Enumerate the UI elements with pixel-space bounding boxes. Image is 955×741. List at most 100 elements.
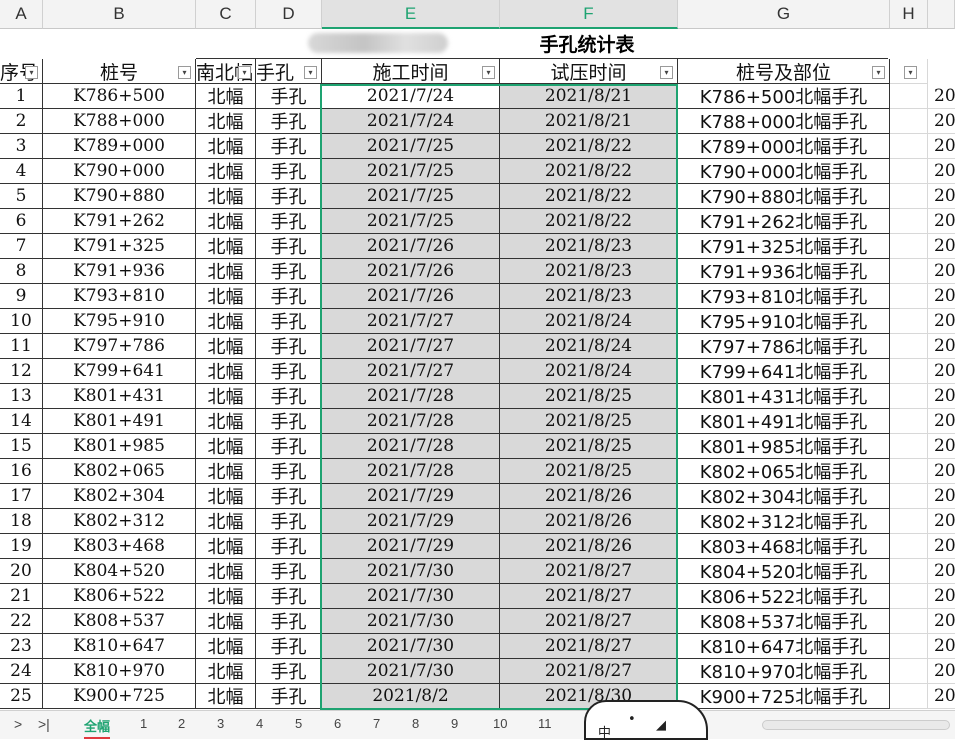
cell-g10[interactable]: K795+910北幅手孔 [678,309,890,334]
cell-d21[interactable]: 手孔 [256,584,322,609]
cell-a10[interactable]: 10 [0,309,43,334]
cell-c9[interactable]: 北幅 [196,284,256,309]
cell-b8[interactable]: K791+936 [43,259,196,284]
cell-g17[interactable]: K802+304北幅手孔 [678,484,890,509]
cell-d1[interactable]: 手孔 [256,84,322,109]
cell-b24[interactable]: K810+970 [43,659,196,684]
cell-f18[interactable]: 2021/8/26 [500,509,678,534]
cell-d8[interactable]: 手孔 [256,259,322,284]
cell-i13[interactable]: 20 [928,384,955,409]
cell-f23[interactable]: 2021/8/27 [500,634,678,659]
cell-a14[interactable]: 14 [0,409,43,434]
header-cell-a[interactable]: 序号 ▾ [0,59,43,84]
cell-d6[interactable]: 手孔 [256,209,322,234]
cell-h1[interactable] [890,84,928,109]
cell-d4[interactable]: 手孔 [256,159,322,184]
cell-h10[interactable] [890,309,928,334]
filter-dropdown-icon[interactable]: ▾ [904,66,917,79]
cell-b15[interactable]: K801+985 [43,434,196,459]
cell-e19[interactable]: 2021/7/29 [322,534,500,559]
horizontal-scrollbar[interactable] [762,720,950,730]
cell-f16[interactable]: 2021/8/25 [500,459,678,484]
cell-c8[interactable]: 北幅 [196,259,256,284]
cell-e10[interactable]: 2021/7/27 [322,309,500,334]
sheet-tab-8[interactable]: 8 [412,716,419,731]
cell-c4[interactable]: 北幅 [196,159,256,184]
cell-i21[interactable]: 20 [928,584,955,609]
cell-h18[interactable] [890,509,928,534]
cell-c3[interactable]: 北幅 [196,134,256,159]
cell-a22[interactable]: 22 [0,609,43,634]
cell-i4[interactable]: 20 [928,159,955,184]
cell-i18[interactable]: 20 [928,509,955,534]
filter-dropdown-icon[interactable]: ▾ [872,66,885,79]
sheet-tab-all[interactable]: 全幅 [84,716,111,739]
cell-f13[interactable]: 2021/8/25 [500,384,678,409]
cell-h17[interactable] [890,484,928,509]
cell-h13[interactable] [890,384,928,409]
cell-a24[interactable]: 24 [0,659,43,684]
cell-e9[interactable]: 2021/7/26 [322,284,500,309]
cell-e5[interactable]: 2021/7/25 [322,184,500,209]
cell-b14[interactable]: K801+491 [43,409,196,434]
cell-f21[interactable]: 2021/8/27 [500,584,678,609]
cell-a13[interactable]: 13 [0,384,43,409]
cell-e22[interactable]: 2021/7/30 [322,609,500,634]
cell-g13[interactable]: K801+431北幅手孔 [678,384,890,409]
cell-c14[interactable]: 北幅 [196,409,256,434]
cell-a4[interactable]: 4 [0,159,43,184]
cell-c16[interactable]: 北幅 [196,459,256,484]
cell-i3[interactable]: 20 [928,134,955,159]
sheet-tab-1[interactable]: 1 [140,716,147,731]
cell-e11[interactable]: 2021/7/27 [322,334,500,359]
cell-g2[interactable]: K788+000北幅手孔 [678,109,890,134]
cell-d18[interactable]: 手孔 [256,509,322,534]
cell-b13[interactable]: K801+431 [43,384,196,409]
cell-a15[interactable]: 15 [0,434,43,459]
cell-d13[interactable]: 手孔 [256,384,322,409]
cell-c10[interactable]: 北幅 [196,309,256,334]
cell-i10[interactable]: 20 [928,309,955,334]
cell-i25[interactable]: 20 [928,684,955,709]
cell-h11[interactable] [890,334,928,359]
cell-h8[interactable] [890,259,928,284]
cell-i23[interactable]: 20 [928,634,955,659]
cell-a9[interactable]: 9 [0,284,43,309]
cell-h25[interactable] [890,684,928,709]
cell-g24[interactable]: K810+970北幅手孔 [678,659,890,684]
cell-f12[interactable]: 2021/8/24 [500,359,678,384]
cell-a3[interactable]: 3 [0,134,43,159]
cell-d15[interactable]: 手孔 [256,434,322,459]
column-header-e[interactable]: E [322,0,500,29]
cell-g23[interactable]: K810+647北幅手孔 [678,634,890,659]
cell-d16[interactable]: 手孔 [256,459,322,484]
cell-g11[interactable]: K797+786北幅手孔 [678,334,890,359]
sheet-tab-4[interactable]: 4 [256,716,263,731]
cell-h4[interactable] [890,159,928,184]
cell-h15[interactable] [890,434,928,459]
cell-b12[interactable]: K799+641 [43,359,196,384]
cell-f8[interactable]: 2021/8/23 [500,259,678,284]
cell-i15[interactable]: 20 [928,434,955,459]
cell-h6[interactable] [890,209,928,234]
sheet-tab-6[interactable]: 6 [334,716,341,731]
cell-f14[interactable]: 2021/8/25 [500,409,678,434]
cell-d7[interactable]: 手孔 [256,234,322,259]
cell-i6[interactable]: 20 [928,209,955,234]
cell-a18[interactable]: 18 [0,509,43,534]
column-header-blank[interactable] [928,0,955,29]
cell-e13[interactable]: 2021/7/28 [322,384,500,409]
cell-a2[interactable]: 2 [0,109,43,134]
cell-d14[interactable]: 手孔 [256,409,322,434]
filter-dropdown-icon[interactable]: ▾ [178,66,191,79]
cell-a7[interactable]: 7 [0,234,43,259]
cell-f11[interactable]: 2021/8/24 [500,334,678,359]
cell-d19[interactable]: 手孔 [256,534,322,559]
column-header-g[interactable]: G [678,0,890,29]
cell-b17[interactable]: K802+304 [43,484,196,509]
sheet-tab-11[interactable]: 11 [538,716,552,731]
cell-f9[interactable]: 2021/8/23 [500,284,678,309]
cell-h21[interactable] [890,584,928,609]
cell-i16[interactable]: 20 [928,459,955,484]
cell-i20[interactable]: 20 [928,559,955,584]
